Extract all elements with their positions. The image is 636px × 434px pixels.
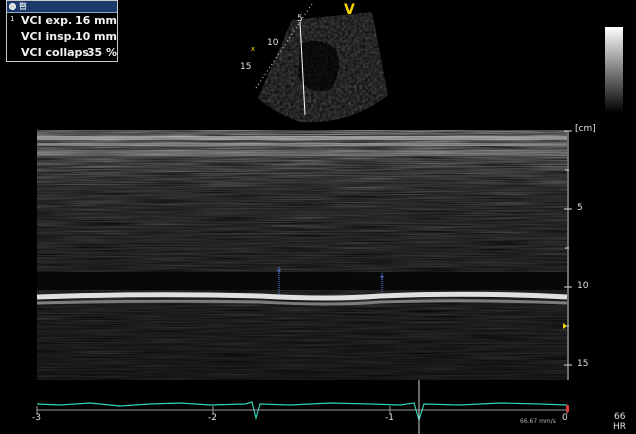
sector-depth-label: 5 — [297, 14, 303, 24]
sector-depth-label: 10 — [267, 38, 279, 48]
measurement-label: VCI collaps — [21, 46, 89, 59]
measurement-panel[interactable]: 暋 1 VCI exp. 16 mm VCI insp. 10 mm VCI c… — [6, 0, 118, 62]
sector-depth-label: 15 — [240, 62, 252, 72]
measurement-label: VCI insp. — [21, 30, 76, 43]
header-text: 暋 — [19, 2, 27, 11]
depth-label-15: 15 — [577, 359, 589, 369]
depth-label-10: 10 — [577, 281, 589, 291]
time-label: -1 — [385, 413, 394, 423]
mmode-image: + + — [36, 130, 568, 380]
measurement-row[interactable]: VCI collaps 35 % — [10, 45, 120, 60]
grayscale-bar — [605, 27, 623, 113]
time-label: -2 — [208, 413, 217, 423]
measurement-value: 10 mm — [74, 30, 117, 43]
heart-rate-value: 66 — [614, 412, 626, 422]
measurement-value: 16 mm — [74, 14, 117, 27]
time-label: -3 — [32, 413, 41, 423]
orientation-marker: V — [344, 2, 355, 18]
measurement-value: 35 % — [86, 46, 117, 59]
time-label: 0 — [562, 413, 568, 423]
sector-image — [255, 3, 388, 123]
probe-icon — [9, 3, 16, 10]
depth-label-5: 5 — [577, 203, 583, 213]
depth-unit-label: [cm] — [575, 124, 596, 134]
ecg-marker — [566, 405, 569, 412]
measurement-row[interactable]: VCI insp. 10 mm — [10, 29, 120, 44]
measurement-row[interactable]: 1 VCI exp. 16 mm — [10, 13, 120, 28]
svg-text:+: + — [379, 273, 385, 281]
ultrasound-display: + + — [36, 3, 572, 434]
svg-text:+: + — [276, 267, 282, 275]
time-axis — [36, 406, 568, 414]
measurement-label: VCI exp. — [21, 14, 73, 27]
heart-rate-label: HR — [613, 422, 627, 432]
measurement-index: 1 — [10, 15, 15, 23]
ecg-trace — [36, 401, 568, 423]
focus-x-marker: x — [251, 45, 256, 53]
measurement-panel-header: 暋 — [7, 1, 117, 13]
sweep-speed: 66.67 mm/s — [520, 418, 556, 425]
